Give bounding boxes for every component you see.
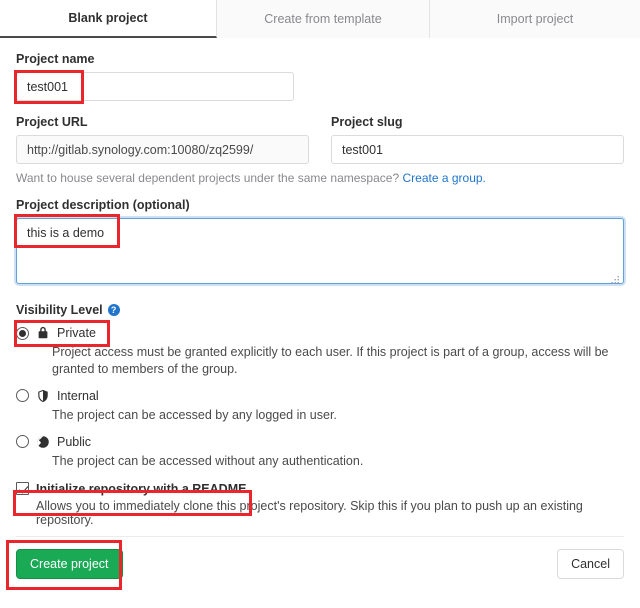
radio-private[interactable] xyxy=(16,326,29,340)
visibility-public-name: Public xyxy=(57,434,92,449)
readme-checkbox-row[interactable]: Initialize repository with a README xyxy=(16,482,624,496)
create-project-button[interactable]: Create project xyxy=(16,548,123,579)
project-description-group xyxy=(14,214,624,289)
visibility-internal-description: The project can be accessed by any logge… xyxy=(52,407,337,422)
help-circle-icon[interactable]: ? xyxy=(107,304,120,316)
lock-icon xyxy=(38,326,48,339)
globe-icon xyxy=(37,435,49,448)
project-slug-label: Project slug xyxy=(331,115,403,129)
visibility-option-public[interactable]: Public The project can be accessed witho… xyxy=(16,432,624,470)
tab-bar: Blank project Create from template Impor… xyxy=(0,0,640,38)
namespace-hint-text: Want to house several dependent projects… xyxy=(16,171,400,185)
tab-create-from-template[interactable]: Create from template xyxy=(217,0,430,38)
readme-checkbox[interactable] xyxy=(16,482,29,495)
namespace-hint: Want to house several dependent projects… xyxy=(16,171,624,185)
readme-description: Allows you to immediately clone this pro… xyxy=(36,498,583,527)
shield-icon xyxy=(38,389,48,402)
tab-import-project[interactable]: Import project xyxy=(430,0,640,38)
project-slug-input[interactable] xyxy=(331,135,624,164)
readme-group: Initialize repository with a README Allo… xyxy=(13,482,624,527)
visibility-level-title: Visibility Level ? xyxy=(16,303,624,317)
create-a-group-link[interactable]: Create a group. xyxy=(402,171,485,185)
visibility-option-private[interactable]: Private Project access must be granted e… xyxy=(14,320,624,378)
tab-create-from-template-label: Create from template xyxy=(264,12,382,26)
visibility-public-description: The project can be accessed without any … xyxy=(52,453,364,468)
cancel-button[interactable]: Cancel xyxy=(557,548,624,579)
radio-public[interactable] xyxy=(16,435,29,449)
visibility-internal-name: Internal xyxy=(57,388,99,403)
tab-blank-project-label: Blank project xyxy=(68,11,148,25)
tab-blank-project[interactable]: Blank project xyxy=(0,0,217,38)
project-slug-group: Project slug xyxy=(331,115,624,164)
radio-internal[interactable] xyxy=(16,389,29,403)
project-url-input[interactable]: http://gitlab.synology.com:10080/zq2599/ xyxy=(16,135,309,164)
project-description-textarea[interactable] xyxy=(16,218,624,284)
project-name-label: Project name xyxy=(16,52,95,66)
visibility-option-internal[interactable]: Internal The project can be accessed by … xyxy=(16,386,624,424)
tab-import-project-label: Import project xyxy=(496,12,574,26)
new-project-form: Project name Project URL http://gitlab.s… xyxy=(0,38,640,590)
form-footer: Create project Cancel xyxy=(6,537,624,590)
project-description-label: Project description (optional) xyxy=(16,198,190,212)
project-url-group: Project URL http://gitlab.synology.com:1… xyxy=(16,115,309,164)
project-name-input[interactable] xyxy=(16,72,294,101)
project-url-value: http://gitlab.synology.com:10080/zq2599/ xyxy=(27,142,254,157)
visibility-level-label: Visibility Level xyxy=(16,303,103,317)
project-url-label: Project URL xyxy=(16,115,88,129)
visibility-private-name: Private xyxy=(57,326,96,340)
readme-label: Initialize repository with a README xyxy=(36,481,247,496)
visibility-private-description: Project access must be granted explicitl… xyxy=(52,345,609,376)
